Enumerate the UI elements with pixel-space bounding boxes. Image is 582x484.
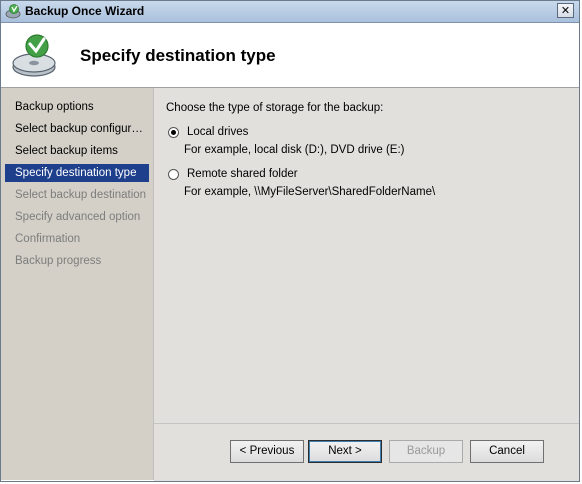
page-title: Specify destination type xyxy=(80,46,276,65)
wizard-window: Backup Once Wizard ✕ Specify destination… xyxy=(0,0,580,482)
nav-step-select-backup-destination: Select backup destination xyxy=(15,189,147,201)
next-button[interactable]: Next > xyxy=(308,440,382,463)
remote-shared-folder-radio[interactable] xyxy=(168,168,179,180)
backup-disk-icon xyxy=(12,34,56,77)
wizard-button-bar: < Previous Next > Backup Cancel xyxy=(154,423,579,481)
local-drives-option[interactable]: Local drives xyxy=(168,124,248,140)
nav-step-backup-options: Backup options xyxy=(15,101,94,113)
backup-icon xyxy=(5,4,21,19)
wizard-header: Specify destination type xyxy=(1,23,579,88)
wizard-steps-nav: Backup options Select backup configur… S… xyxy=(1,88,154,480)
nav-step-select-backup-configuration: Select backup configur… xyxy=(15,123,143,135)
content-panel: Choose the type of storage for the backu… xyxy=(154,88,579,423)
cancel-button[interactable]: Cancel xyxy=(470,440,544,463)
nav-step-specify-advanced-option: Specify advanced option xyxy=(15,211,141,223)
local-drives-label[interactable]: Local drives xyxy=(187,126,248,138)
backup-button: Backup xyxy=(389,440,463,463)
storage-type-prompt: Choose the type of storage for the backu… xyxy=(166,102,384,114)
title-bar[interactable]: Backup Once Wizard ✕ xyxy=(1,1,579,23)
local-drives-radio[interactable] xyxy=(168,126,179,138)
nav-step-select-backup-items: Select backup items xyxy=(15,145,118,157)
nav-step-backup-progress: Backup progress xyxy=(15,255,102,267)
remote-shared-folder-option[interactable]: Remote shared folder xyxy=(168,166,298,182)
local-drives-example: For example, local disk (D:), DVD drive … xyxy=(184,144,405,156)
nav-step-specify-destination-type: Specify destination type xyxy=(5,164,149,182)
previous-button[interactable]: < Previous xyxy=(230,440,304,463)
remote-shared-folder-example: For example, \\MyFileServer\SharedFolder… xyxy=(184,186,436,198)
window-title: Backup Once Wizard xyxy=(25,4,145,18)
close-button[interactable]: ✕ xyxy=(557,3,574,18)
remote-shared-folder-label[interactable]: Remote shared folder xyxy=(187,168,298,180)
nav-step-confirmation: Confirmation xyxy=(15,233,81,245)
